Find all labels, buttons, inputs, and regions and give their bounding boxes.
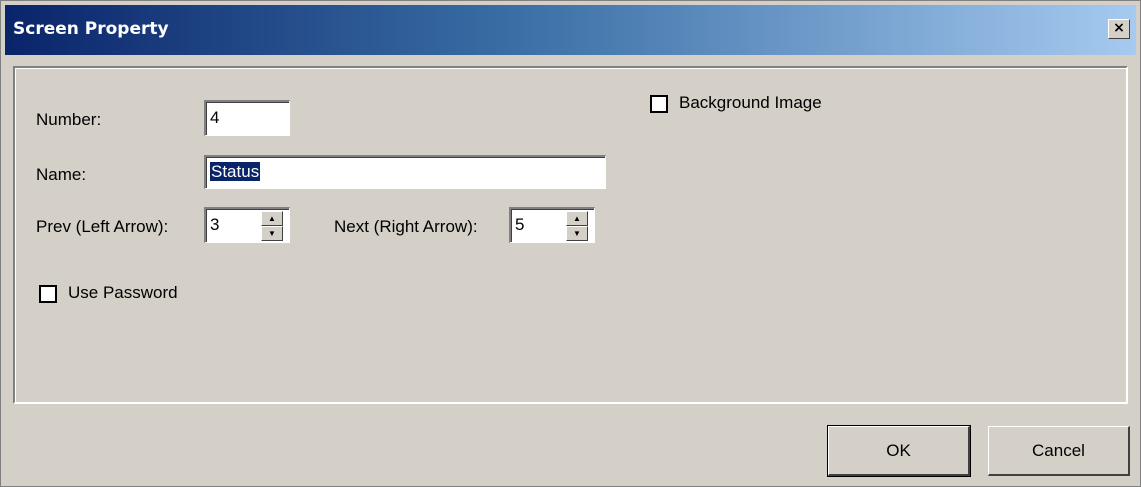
prev-spin-up-icon[interactable]: ▲ xyxy=(261,211,283,226)
background-image-checkbox[interactable] xyxy=(650,95,668,113)
background-image-label[interactable]: Background Image xyxy=(679,93,822,113)
name-label: Name: xyxy=(36,165,87,184)
next-value: 5 xyxy=(515,215,525,234)
next-spin-buttons[interactable]: ▲ ▼ xyxy=(565,211,588,241)
number-input[interactable]: 4 xyxy=(204,100,290,136)
prev-label: Prev (Left Arrow): xyxy=(36,217,169,236)
close-icon: × xyxy=(1113,20,1125,36)
use-password-label[interactable]: Use Password xyxy=(68,283,178,303)
dialog-window: Screen Property × Number: 4 Name: Status… xyxy=(0,0,1141,487)
number-label: Number: xyxy=(36,110,102,129)
ok-button[interactable]: OK xyxy=(827,425,971,477)
next-spin-up-icon[interactable]: ▲ xyxy=(566,211,588,226)
cancel-button[interactable]: Cancel xyxy=(988,426,1130,476)
prev-spin-buttons[interactable]: ▲ ▼ xyxy=(260,211,283,241)
name-input[interactable]: Status xyxy=(204,155,606,189)
close-button[interactable]: × xyxy=(1108,19,1130,39)
prev-spin-down-icon[interactable]: ▼ xyxy=(261,226,283,241)
next-spinner[interactable]: 5 ▲ ▼ xyxy=(509,207,595,243)
use-password-checkbox[interactable] xyxy=(39,285,57,303)
number-value: 4 xyxy=(210,108,220,127)
next-label: Next (Right Arrow): xyxy=(334,217,478,236)
prev-value: 3 xyxy=(210,215,220,234)
next-spin-down-icon[interactable]: ▼ xyxy=(566,226,588,241)
window-title: Screen Property xyxy=(13,19,169,39)
prev-spinner[interactable]: 3 ▲ ▼ xyxy=(204,207,290,243)
name-value: Status xyxy=(210,162,261,181)
title-bar[interactable]: Screen Property × xyxy=(5,5,1136,55)
